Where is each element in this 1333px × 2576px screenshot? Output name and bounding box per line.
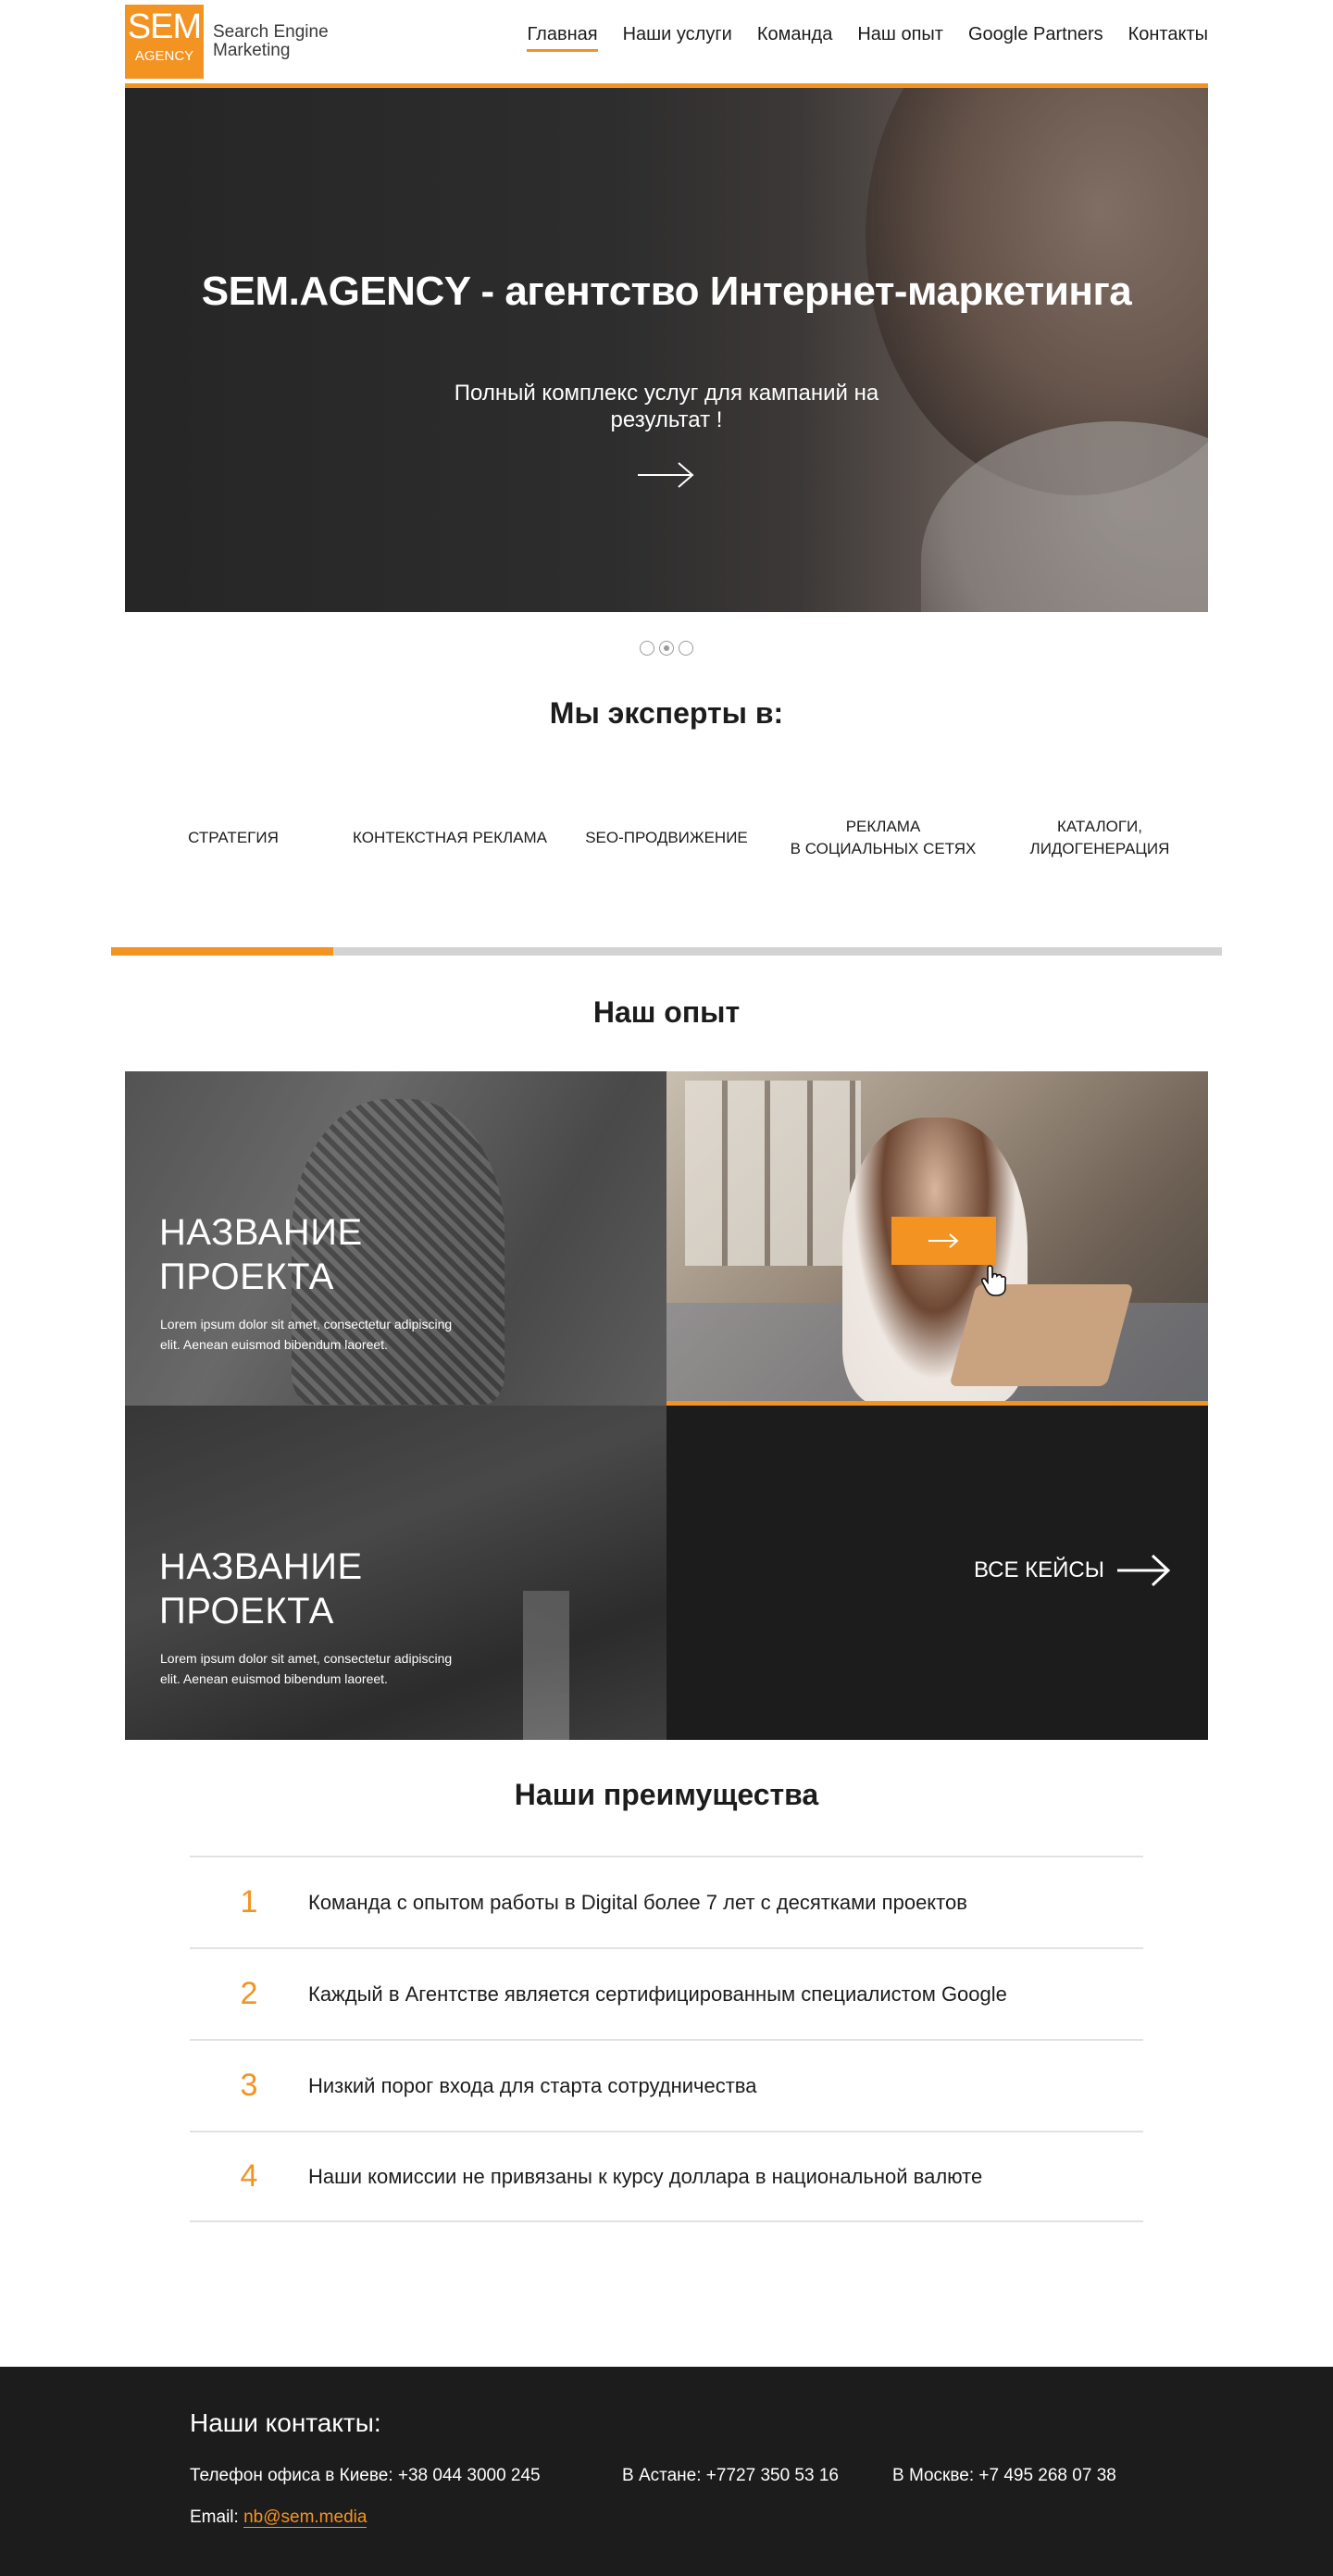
case-text-1: Lorem ipsum dolor sit amet, consectetur … bbox=[160, 1314, 493, 1355]
email-label: Email: bbox=[190, 2507, 239, 2527]
footer-email: Email: nb@sem.media bbox=[190, 2507, 368, 2528]
case-card-featured[interactable] bbox=[666, 1071, 1208, 1406]
list-item: 4 Наши комиссии не привязаны к курсу дол… bbox=[190, 2131, 1143, 2222]
hero-slider: SEM.AGENCY - агентство Интернет-маркетин… bbox=[125, 88, 1208, 612]
hero-subtitle-line1: Полный комплекс услуг для кампаний на bbox=[454, 381, 879, 406]
expert-item-seo[interactable]: SEO-продвижение bbox=[558, 806, 775, 870]
list-item: 2 Каждый в Агентстве является сертифицир… bbox=[190, 1947, 1143, 2039]
nav-item-team[interactable]: Команда bbox=[757, 24, 832, 52]
all-cases-panel: ВСЕ КЕЙСЫ bbox=[666, 1406, 1208, 1740]
cases-grid: Название проекта Lorem ipsum dolor sit a… bbox=[125, 1071, 1208, 1740]
case-text-2: Lorem ipsum dolor sit amet, consectetur … bbox=[160, 1648, 493, 1689]
case-title-line1: Название bbox=[159, 1212, 363, 1253]
advantage-text: Команда с опытом работы в Digital более … bbox=[308, 1890, 967, 1914]
logo-mark: SEM AGENCY bbox=[125, 5, 204, 79]
all-cases-link[interactable]: ВСЕ КЕЙСЫ bbox=[974, 1553, 1171, 1588]
logo-agency-text: AGENCY bbox=[134, 48, 194, 64]
case-text-line1: Lorem ipsum dolor sit amet, consectetur … bbox=[160, 1317, 453, 1332]
slider-dot-1[interactable] bbox=[640, 641, 654, 656]
expert-item-label-line2: в социальных сетях bbox=[790, 840, 977, 857]
advantages-title: Наши преимущества bbox=[514, 1778, 819, 1811]
arrow-right-icon bbox=[928, 1233, 959, 1248]
case-photo-laptop bbox=[949, 1284, 1134, 1386]
logo-tagline-line2: Marketing bbox=[213, 41, 291, 60]
advantage-text: Наши комиссии не привязаны к курсу долла… bbox=[308, 2164, 983, 2188]
footer-phones: Телефон офиса в Киеве: +38 044 3000 245 … bbox=[190, 2466, 1116, 2486]
logo-sem-text: SEM bbox=[127, 7, 202, 46]
expert-item-label-line2: лидогенерация bbox=[1029, 840, 1170, 857]
arrow-right-icon bbox=[1117, 1554, 1171, 1587]
expert-item-strategy[interactable]: Стратегия bbox=[125, 806, 342, 870]
nav-item-experience[interactable]: Наш опыт bbox=[857, 24, 943, 52]
advantage-number: 4 bbox=[240, 2158, 258, 2194]
cases-title: Наш опыт bbox=[592, 995, 741, 1029]
advantage-number: 3 bbox=[240, 2068, 258, 2103]
nav-item-home[interactable]: Главная bbox=[527, 24, 598, 52]
case-text-line1: Lorem ipsum dolor sit amet, consectetur … bbox=[160, 1651, 453, 1666]
logo[interactable]: SEM AGENCY Search Engine Marketing bbox=[125, 5, 329, 79]
experts-progress-bar[interactable] bbox=[111, 947, 1222, 956]
slider-dot-3[interactable] bbox=[679, 641, 693, 656]
hero-overlay bbox=[125, 88, 1208, 612]
expert-item-label: Каталоги, bbox=[1057, 818, 1142, 835]
site-footer: Наши контакты: Телефон офиса в Киеве: +3… bbox=[0, 2367, 1333, 2576]
experts-title: Мы эксперты в: bbox=[549, 696, 784, 730]
expert-item-label: SEO-продвижение bbox=[585, 829, 748, 846]
nav-item-google-partners[interactable]: Google Partners bbox=[968, 24, 1103, 52]
logo-tagline: Search Engine Marketing bbox=[213, 23, 329, 60]
advantage-text: Каждый в Агентстве является сертифициров… bbox=[308, 1982, 1007, 2006]
arrow-right-icon[interactable] bbox=[638, 461, 695, 494]
experts-progress-fill bbox=[111, 947, 333, 956]
expert-item-label: Стратегия bbox=[188, 829, 279, 846]
case-text-line2: elit. Aenean euismod bibendum laoreet. bbox=[160, 1671, 388, 1686]
all-cases-label: ВСЕ КЕЙСЫ bbox=[973, 1557, 1104, 1582]
phone-moscow: В Москве: +7 495 268 07 38 bbox=[892, 2466, 1116, 2485]
slider-dot-2[interactable] bbox=[659, 641, 674, 656]
expert-item-social-ads[interactable]: Реклама в социальных сетях bbox=[775, 806, 991, 870]
main-nav: Главная Наши услуги Команда Наш опыт Goo… bbox=[527, 24, 1208, 52]
case-title-2: Название проекта bbox=[159, 1544, 363, 1633]
hero-title: SEM.AGENCY - агентство Интернет-маркетин… bbox=[201, 269, 1132, 314]
case-title-line1: Название bbox=[159, 1546, 363, 1587]
case-title-line2: проекта bbox=[159, 1591, 334, 1632]
list-item: 3 Низкий порог входа для старта сотрудни… bbox=[190, 2039, 1143, 2131]
nav-item-contacts[interactable]: Контакты bbox=[1128, 24, 1208, 52]
expert-item-label: Реклама bbox=[845, 818, 921, 835]
phone-astana: В Астане: +7727 350 53 16 bbox=[622, 2466, 839, 2485]
footer-title: Наши контакты: bbox=[190, 2408, 381, 2437]
case-card-1[interactable]: Название проекта Lorem ipsum dolor sit a… bbox=[125, 1071, 666, 1406]
case-open-button[interactable] bbox=[891, 1217, 996, 1265]
logo-tagline-line1: Search Engine bbox=[213, 22, 329, 42]
case-title-line2: проекта bbox=[159, 1257, 334, 1297]
slider-dots bbox=[0, 641, 1333, 656]
case-card-2[interactable]: Название проекта Lorem ipsum dolor sit a… bbox=[125, 1406, 666, 1740]
case-title-1: Название проекта bbox=[159, 1210, 363, 1299]
experts-list: Стратегия Контекстная реклама SEO-продви… bbox=[125, 806, 1208, 870]
case-text-line2: elit. Aenean euismod bibendum laoreet. bbox=[160, 1337, 388, 1352]
site-header: SEM AGENCY Search Engine Marketing Главн… bbox=[125, 0, 1208, 89]
advantage-text: Низкий порог входа для старта сотрудниче… bbox=[308, 2073, 757, 2097]
case-photo-window bbox=[685, 1081, 861, 1266]
advantage-number: 1 bbox=[240, 1884, 258, 1919]
list-item: 1 Команда с опытом работы в Digital боле… bbox=[190, 1856, 1143, 1947]
email-link[interactable]: nb@sem.media bbox=[243, 2507, 368, 2528]
nav-item-services[interactable]: Наши услуги bbox=[623, 24, 732, 52]
expert-item-catalogs[interactable]: Каталоги, лидогенерация bbox=[991, 806, 1208, 870]
advantages-list: 1 Команда с опытом работы в Digital боле… bbox=[190, 1856, 1143, 2222]
expert-item-label: Контекстная реклама bbox=[353, 829, 547, 846]
phone-kiev: Телефон офиса в Киеве: +38 044 3000 245 bbox=[190, 2466, 541, 2485]
hand-cursor-icon bbox=[980, 1264, 1007, 1302]
expert-item-context-ads[interactable]: Контекстная реклама bbox=[342, 806, 558, 870]
hero-subtitle-line2: результат ! bbox=[610, 407, 723, 432]
hero-subtitle: Полный комплекс услуг для кампаний на ре… bbox=[125, 380, 1208, 433]
advantage-number: 2 bbox=[240, 1976, 258, 2011]
